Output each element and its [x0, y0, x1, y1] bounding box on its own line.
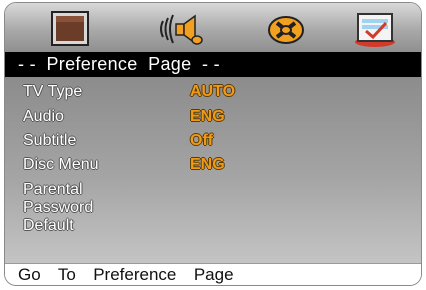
- audio-speaker-icon: [160, 14, 203, 45]
- setup-tab-bar: [5, 3, 421, 52]
- setting-label: Subtitle: [23, 132, 77, 149]
- general-setup-icon: [51, 11, 89, 46]
- setting-label: TV Type: [23, 83, 83, 100]
- setting-value: ENG: [190, 156, 225, 173]
- setting-row-parental[interactable]: Parental: [23, 181, 403, 199]
- setting-value: AUTO: [190, 83, 236, 100]
- setting-value: ENG: [190, 108, 225, 125]
- setting-row-subtitle[interactable]: Subtitle Off: [23, 132, 403, 154]
- dolby-digital-icon: [268, 16, 304, 44]
- setting-label: Disc Menu: [23, 156, 99, 173]
- setting-row-disc-menu[interactable]: Disc Menu ENG: [23, 156, 403, 178]
- setting-label: Default: [23, 217, 74, 234]
- settings-list: TV Type AUTO Audio ENG Subtitle Off Disc…: [5, 77, 421, 263]
- setting-label: Password: [23, 199, 94, 216]
- tab-preference[interactable]: [351, 9, 399, 49]
- setting-value: Off: [190, 132, 214, 149]
- help-text: Go To Preference Page: [18, 265, 234, 284]
- preference-check-icon: [355, 13, 395, 47]
- tab-audio-setup[interactable]: [157, 9, 203, 49]
- page-title-bar: - - Preference Page - -: [5, 52, 421, 77]
- setting-label: Audio: [23, 108, 64, 125]
- help-bar: Go To Preference Page: [5, 263, 421, 285]
- setting-row-audio[interactable]: Audio ENG: [23, 108, 403, 130]
- tab-general-setup[interactable]: [47, 9, 93, 49]
- page-title: - - Preference Page - -: [18, 54, 220, 74]
- setting-row-tv-type[interactable]: TV Type AUTO: [23, 83, 403, 105]
- tab-dolby-setup[interactable]: [263, 9, 309, 49]
- setting-row-default[interactable]: Default: [23, 217, 403, 235]
- dvd-setup-menu: - - Preference Page - - TV Type AUTO Aud…: [4, 2, 422, 286]
- setting-label: Parental: [23, 181, 83, 198]
- setting-row-password[interactable]: Password: [23, 199, 403, 217]
